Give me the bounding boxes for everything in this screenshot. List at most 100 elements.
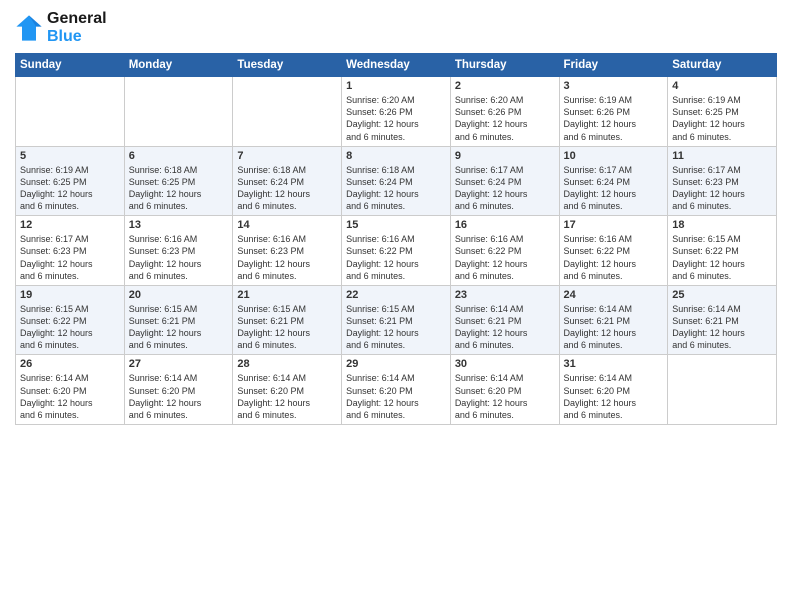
day-info: Sunrise: 6:14 AM Sunset: 6:20 PM Dayligh… (20, 372, 120, 421)
calendar-cell: 28 Sunrise: 6:14 AM Sunset: 6:20 PM Dayli… (233, 355, 342, 425)
calendar-cell: 8Sunrise: 6:18 AM Sunset: 6:24 PM Daylig… (342, 146, 451, 216)
weekday-header-friday: Friday (559, 54, 668, 77)
day-number: 31 (564, 358, 664, 370)
day-info: Sunrise: 6:18 AM Sunset: 6:25 PM Dayligh… (129, 164, 229, 213)
weekday-header-tuesday: Tuesday (233, 54, 342, 77)
calendar-cell (16, 77, 125, 147)
calendar-cell: 27Sunrise: 6:14 AM Sunset: 6:20 PM Dayli… (124, 355, 233, 425)
calendar-cell: 22 Sunrise: 6:15 AM Sunset: 6:21 PM Dayli… (342, 285, 451, 355)
day-number: 16 (455, 219, 555, 231)
day-number: 26 (20, 358, 120, 370)
day-info: Sunrise: 6:14 AM Sunset: 6:20 PM Dayligh… (455, 372, 555, 421)
day-number: 20 (129, 289, 229, 301)
day-number: 19 (20, 289, 120, 301)
day-number: 25 (672, 289, 772, 301)
day-number: 24 (564, 289, 664, 301)
weekday-header-sunday: Sunday (16, 54, 125, 77)
logo-text: General Blue (47, 10, 107, 45)
calendar-cell: 1Sunrise: 6:20 AM Sunset: 6:26 PM Daylig… (342, 77, 451, 147)
day-info: Sunrise: 6:15 AM Sunset: 6:22 PM Dayligh… (20, 303, 120, 352)
calendar-cell: 10 Sunrise: 6:17 AM Sunset: 6:24 PM Dayli… (559, 146, 668, 216)
calendar-cell: 16 Sunrise: 6:16 AM Sunset: 6:22 PM Dayli… (450, 216, 559, 286)
calendar-cell: 29 Sunrise: 6:14 AM Sunset: 6:20 PM Dayli… (342, 355, 451, 425)
calendar-cell: 13 Sunrise: 6:16 AM Sunset: 6:23 PM Dayli… (124, 216, 233, 286)
calendar-cell: 23 Sunrise: 6:14 AM Sunset: 6:21 PM Dayli… (450, 285, 559, 355)
day-info: Sunrise: 6:14 AM Sunset: 6:21 PM Dayligh… (564, 303, 664, 352)
calendar-cell: 6 Sunrise: 6:18 AM Sunset: 6:25 PM Daylig… (124, 146, 233, 216)
calendar-cell: 9 Sunrise: 6:17 AM Sunset: 6:24 PM Daylig… (450, 146, 559, 216)
day-info: Sunrise: 6:14 AM Sunset: 6:20 PM Dayligh… (346, 372, 446, 421)
day-number: 4 (672, 80, 772, 92)
day-number: 2 (455, 80, 555, 92)
day-number: 1 (346, 80, 446, 92)
day-info: Sunrise: 6:16 AM Sunset: 6:23 PM Dayligh… (237, 233, 337, 282)
day-number: 12 (20, 219, 120, 231)
day-info: Sunrise: 6:19 AM Sunset: 6:25 PM Dayligh… (672, 94, 772, 143)
day-number: 21 (237, 289, 337, 301)
day-info: Sunrise: 6:15 AM Sunset: 6:21 PM Dayligh… (346, 303, 446, 352)
weekday-header-monday: Monday (124, 54, 233, 77)
calendar-cell: 24 Sunrise: 6:14 AM Sunset: 6:21 PM Dayli… (559, 285, 668, 355)
calendar-cell: 17Sunrise: 6:16 AM Sunset: 6:22 PM Dayli… (559, 216, 668, 286)
day-info: Sunrise: 6:16 AM Sunset: 6:22 PM Dayligh… (346, 233, 446, 282)
day-info: Sunrise: 6:14 AM Sunset: 6:21 PM Dayligh… (672, 303, 772, 352)
calendar-week-row: 26 Sunrise: 6:14 AM Sunset: 6:20 PM Dayli… (16, 355, 777, 425)
calendar-cell: 11Sunrise: 6:17 AM Sunset: 6:23 PM Dayli… (668, 146, 777, 216)
day-number: 13 (129, 219, 229, 231)
calendar-cell: 12 Sunrise: 6:17 AM Sunset: 6:23 PM Dayli… (16, 216, 125, 286)
calendar-week-row: 12 Sunrise: 6:17 AM Sunset: 6:23 PM Dayli… (16, 216, 777, 286)
calendar-cell: 30Sunrise: 6:14 AM Sunset: 6:20 PM Dayli… (450, 355, 559, 425)
calendar-cell: 2 Sunrise: 6:20 AM Sunset: 6:26 PM Daylig… (450, 77, 559, 147)
calendar-cell: 14 Sunrise: 6:16 AM Sunset: 6:23 PM Dayli… (233, 216, 342, 286)
calendar-cell (124, 77, 233, 147)
header: General Blue (15, 10, 777, 45)
calendar-cell (668, 355, 777, 425)
day-number: 27 (129, 358, 229, 370)
day-info: Sunrise: 6:14 AM Sunset: 6:20 PM Dayligh… (564, 372, 664, 421)
day-number: 29 (346, 358, 446, 370)
day-number: 8 (346, 150, 446, 162)
weekday-header-thursday: Thursday (450, 54, 559, 77)
calendar-cell: 21 Sunrise: 6:15 AM Sunset: 6:21 PM Dayli… (233, 285, 342, 355)
day-number: 23 (455, 289, 555, 301)
day-info: Sunrise: 6:20 AM Sunset: 6:26 PM Dayligh… (455, 94, 555, 143)
day-number: 6 (129, 150, 229, 162)
day-number: 14 (237, 219, 337, 231)
day-number: 11 (672, 150, 772, 162)
day-info: Sunrise: 6:17 AM Sunset: 6:23 PM Dayligh… (20, 233, 120, 282)
day-number: 18 (672, 219, 772, 231)
logo: General Blue (15, 10, 107, 45)
calendar-cell: 5 Sunrise: 6:19 AM Sunset: 6:25 PM Daylig… (16, 146, 125, 216)
day-number: 3 (564, 80, 664, 92)
weekday-header-saturday: Saturday (668, 54, 777, 77)
calendar-cell: 19 Sunrise: 6:15 AM Sunset: 6:22 PM Dayli… (16, 285, 125, 355)
calendar-cell: 20 Sunrise: 6:15 AM Sunset: 6:21 PM Dayli… (124, 285, 233, 355)
calendar-cell: 26 Sunrise: 6:14 AM Sunset: 6:20 PM Dayli… (16, 355, 125, 425)
day-number: 10 (564, 150, 664, 162)
calendar-week-row: 19 Sunrise: 6:15 AM Sunset: 6:22 PM Dayli… (16, 285, 777, 355)
day-info: Sunrise: 6:14 AM Sunset: 6:20 PM Dayligh… (237, 372, 337, 421)
day-info: Sunrise: 6:16 AM Sunset: 6:22 PM Dayligh… (455, 233, 555, 282)
day-info: Sunrise: 6:14 AM Sunset: 6:21 PM Dayligh… (455, 303, 555, 352)
day-info: Sunrise: 6:16 AM Sunset: 6:22 PM Dayligh… (564, 233, 664, 282)
day-number: 28 (237, 358, 337, 370)
page: General Blue SundayMondayTuesdayWednesda… (0, 0, 792, 612)
day-number: 22 (346, 289, 446, 301)
calendar-cell: 7Sunrise: 6:18 AM Sunset: 6:24 PM Daylig… (233, 146, 342, 216)
day-info: Sunrise: 6:19 AM Sunset: 6:26 PM Dayligh… (564, 94, 664, 143)
day-number: 15 (346, 219, 446, 231)
day-info: Sunrise: 6:17 AM Sunset: 6:24 PM Dayligh… (564, 164, 664, 213)
calendar-cell (233, 77, 342, 147)
calendar-cell: 31 Sunrise: 6:14 AM Sunset: 6:20 PM Dayli… (559, 355, 668, 425)
day-info: Sunrise: 6:15 AM Sunset: 6:21 PM Dayligh… (129, 303, 229, 352)
day-info: Sunrise: 6:16 AM Sunset: 6:23 PM Dayligh… (129, 233, 229, 282)
day-number: 5 (20, 150, 120, 162)
day-info: Sunrise: 6:17 AM Sunset: 6:24 PM Dayligh… (455, 164, 555, 213)
day-info: Sunrise: 6:19 AM Sunset: 6:25 PM Dayligh… (20, 164, 120, 213)
calendar-cell: 4 Sunrise: 6:19 AM Sunset: 6:25 PM Daylig… (668, 77, 777, 147)
day-number: 9 (455, 150, 555, 162)
day-info: Sunrise: 6:15 AM Sunset: 6:21 PM Dayligh… (237, 303, 337, 352)
calendar-cell: 3 Sunrise: 6:19 AM Sunset: 6:26 PM Daylig… (559, 77, 668, 147)
day-info: Sunrise: 6:18 AM Sunset: 6:24 PM Dayligh… (237, 164, 337, 213)
calendar-cell: 15 Sunrise: 6:16 AM Sunset: 6:22 PM Dayli… (342, 216, 451, 286)
